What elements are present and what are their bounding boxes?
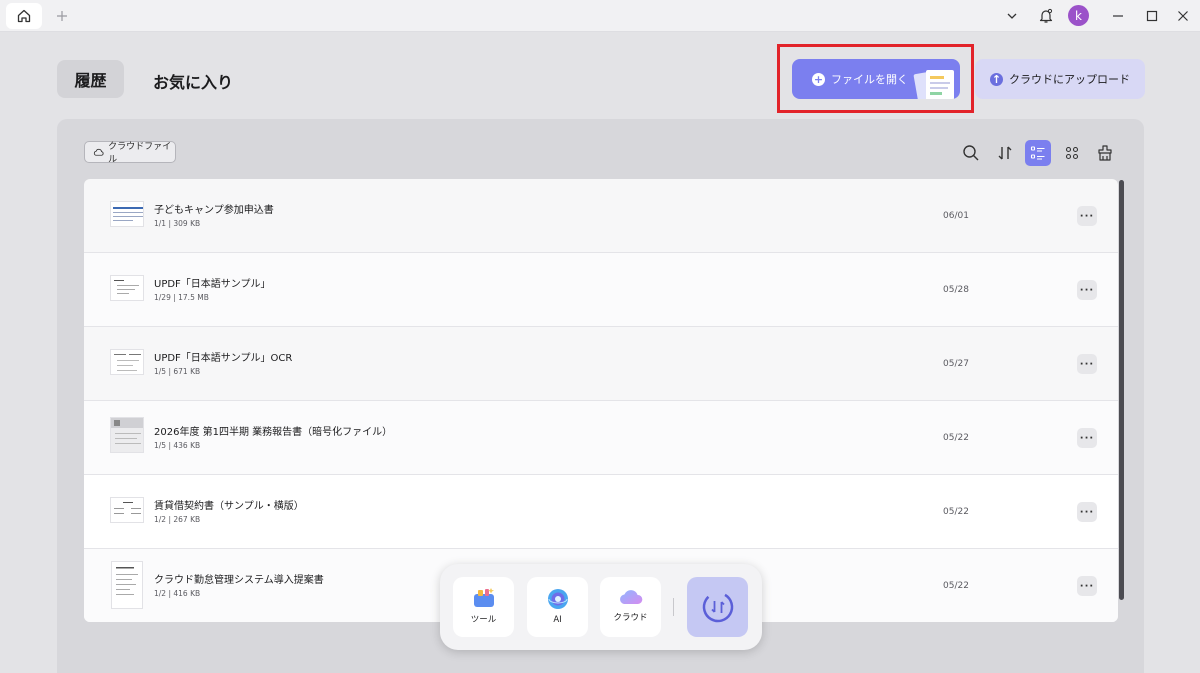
- file-thumbnail: [110, 349, 144, 375]
- minimize-icon: [1113, 15, 1123, 17]
- file-thumbnail: [110, 275, 144, 301]
- close-button[interactable]: [1171, 4, 1195, 28]
- more-options-button[interactable]: ···: [1077, 280, 1097, 300]
- convert-button[interactable]: [687, 577, 748, 637]
- more-options-button[interactable]: ···: [1077, 354, 1097, 374]
- grid-view-button[interactable]: [1059, 140, 1085, 166]
- list-view-icon: [1030, 146, 1045, 160]
- list-item[interactable]: 子どもキャンプ参加申込書 1/1 | 309 KB 06/01 ···: [84, 179, 1118, 253]
- home-icon: [17, 9, 31, 23]
- file-name: 子どもキャンプ参加申込書: [154, 205, 274, 216]
- file-name: クラウド勤怠管理システム導入提案書: [154, 575, 324, 586]
- home-tab[interactable]: [6, 3, 42, 29]
- more-options-button[interactable]: ···: [1077, 502, 1097, 522]
- new-tab-button[interactable]: [52, 4, 72, 28]
- sort-icon: [998, 146, 1012, 160]
- file-meta: 1/5 | 671 KB: [154, 367, 201, 376]
- title-bar: k: [0, 0, 1200, 32]
- list-item[interactable]: 賃貸借契約書（サンプル・横版） 1/2 | 267 KB 05/22 ···: [84, 475, 1118, 549]
- list-view-button[interactable]: [1025, 140, 1051, 166]
- list-item[interactable]: UPDF「日本語サンプル」 1/29 | 17.5 MB 05/28 ···: [84, 253, 1118, 327]
- list-item[interactable]: 2026年度 第1四半期 業務報告書（暗号化ファイル） 1/5 | 436 KB…: [84, 401, 1118, 475]
- ai-assistant-icon: [547, 589, 568, 609]
- file-name: UPDF「日本語サンプル」OCR: [154, 353, 293, 364]
- cloud-files-filter[interactable]: クラウドファイル: [84, 141, 176, 165]
- avatar[interactable]: k: [1068, 5, 1089, 26]
- close-icon: [1178, 11, 1188, 21]
- file-name: 賃貸借契約書（サンプル・横版）: [154, 501, 304, 512]
- file-meta: 1/29 | 17.5 MB: [154, 293, 209, 302]
- maximize-button[interactable]: [1140, 4, 1164, 28]
- file-date: 05/22: [943, 507, 969, 517]
- notification-button[interactable]: [1034, 4, 1058, 28]
- search-icon: [963, 145, 979, 161]
- tab-favorites[interactable]: お気に入り: [153, 69, 233, 93]
- minimize-button[interactable]: [1106, 4, 1130, 28]
- file-date: 05/22: [943, 581, 969, 591]
- list-item[interactable]: UPDF「日本語サンプル」OCR 1/5 | 671 KB 05/27 ···: [84, 327, 1118, 401]
- file-date: 05/22: [943, 433, 969, 443]
- sort-button[interactable]: [992, 140, 1018, 166]
- file-thumbnail: [110, 417, 144, 453]
- dropdown-button[interactable]: [1000, 4, 1024, 28]
- dock-divider: [673, 598, 674, 616]
- cloud-files-label: クラウドファイル: [108, 142, 172, 165]
- upload-cloud-label: クラウドにアップロード: [1009, 73, 1130, 86]
- file-meta: 1/5 | 436 KB: [154, 441, 201, 450]
- toolbox-icon: [473, 588, 494, 607]
- more-options-button[interactable]: ···: [1077, 206, 1097, 226]
- file-thumbnail: [110, 497, 144, 523]
- search-button[interactable]: [958, 140, 984, 166]
- file-meta: 1/1 | 309 KB: [154, 219, 201, 228]
- file-date: 05/28: [943, 285, 969, 295]
- clear-history-button[interactable]: [1092, 140, 1118, 166]
- tab-history[interactable]: 履歴: [57, 60, 124, 98]
- file-date: 06/01: [943, 211, 969, 221]
- file-date: 05/27: [943, 359, 969, 369]
- file-meta: 1/2 | 267 KB: [154, 515, 201, 524]
- tools-label: ツール: [470, 615, 497, 625]
- bell-icon: [1039, 8, 1053, 23]
- file-name: 2026年度 第1四半期 業務報告書（暗号化ファイル）: [154, 427, 393, 438]
- upload-cloud-button[interactable]: ↑ クラウドにアップロード: [975, 59, 1145, 99]
- file-thumbnail: [110, 201, 144, 227]
- upload-icon: ↑: [990, 72, 1003, 86]
- file-thumbnail: [111, 561, 143, 609]
- cloud-button[interactable]: クラウド: [600, 577, 661, 637]
- more-options-button[interactable]: ···: [1077, 428, 1097, 448]
- file-list: 子どもキャンプ参加申込書 1/1 | 309 KB 06/01 ··· UPDF…: [84, 179, 1118, 622]
- convert-refresh-icon: [702, 591, 733, 623]
- floating-dock: ツール AI クラウド: [440, 564, 762, 650]
- ai-label: AI: [553, 615, 562, 625]
- maximize-icon: [1146, 10, 1158, 22]
- plus-icon: [57, 11, 67, 21]
- grid-view-icon: [1065, 146, 1079, 160]
- chevron-down-icon: [1007, 13, 1017, 19]
- broom-icon: [1098, 145, 1112, 161]
- ai-button[interactable]: AI: [527, 577, 588, 637]
- highlight-box: [777, 44, 974, 113]
- cloud-icon: [93, 148, 104, 156]
- file-meta: 1/2 | 416 KB: [154, 589, 201, 598]
- cloud-label: クラウド: [613, 613, 648, 623]
- scrollbar[interactable]: [1119, 180, 1124, 600]
- tools-button[interactable]: ツール: [453, 577, 514, 637]
- more-options-button[interactable]: ···: [1077, 576, 1097, 596]
- cloud-icon: [619, 590, 642, 604]
- file-name: UPDF「日本語サンプル」: [154, 279, 271, 290]
